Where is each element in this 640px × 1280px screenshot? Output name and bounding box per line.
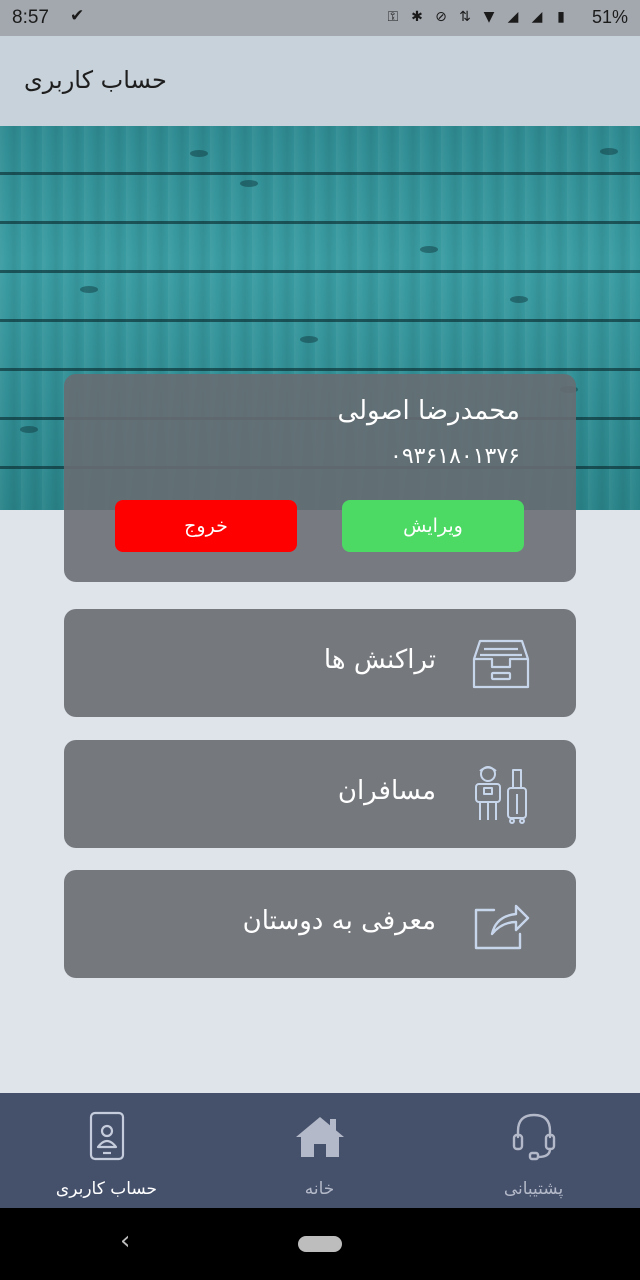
logout-button[interactable]: خروج bbox=[115, 500, 297, 552]
signal-icon: ◢ bbox=[507, 9, 519, 25]
nav-item-account[interactable]: حساب کاربری bbox=[0, 1093, 213, 1208]
share-icon bbox=[474, 904, 530, 950]
wifi-icon: ▼ bbox=[483, 9, 495, 25]
menu-item-transactions[interactable]: تراکنش ها bbox=[64, 609, 576, 717]
nav-item-home[interactable]: خانه bbox=[213, 1093, 426, 1208]
system-navigation-bar: ‹ bbox=[0, 1208, 640, 1280]
nav-item-label: خانه bbox=[304, 1179, 335, 1199]
bluetooth-icon: ✱ bbox=[411, 9, 423, 25]
nav-item-label: حساب کاربری bbox=[55, 1179, 158, 1199]
check-notification-icon: ✔ bbox=[70, 6, 85, 26]
battery-icon: ▮ bbox=[557, 9, 565, 25]
bottom-navigation: حساب کاربری خانه پشتیبانی bbox=[0, 1093, 640, 1208]
app-bar: حساب کاربری bbox=[0, 36, 640, 126]
key-icon: ⚿ bbox=[387, 9, 399, 25]
menu-item-travelers[interactable]: مسافران bbox=[64, 740, 576, 848]
menu-item-invite-friends[interactable]: معرفی به دوستان bbox=[64, 870, 576, 978]
status-time: 8:57 bbox=[12, 7, 49, 28]
menu-item-label: مسافران bbox=[337, 776, 436, 806]
menu-item-label: معرفی به دوستان bbox=[242, 906, 436, 936]
mute-icon: ⊘ bbox=[435, 9, 447, 25]
home-pill-icon[interactable] bbox=[298, 1236, 342, 1252]
chevron-left-icon[interactable]: ‹ bbox=[120, 1226, 130, 1256]
user-phone: ۰۹۳۶۱۸۰۱۳۷۶ bbox=[390, 444, 520, 469]
status-icons: ⚿ ✱ ⊘ ⇅ ▼ ◢ ◢ ▮ bbox=[384, 8, 570, 26]
data-arrows-icon: ⇅ bbox=[459, 9, 471, 25]
home-icon bbox=[295, 1117, 344, 1157]
edit-button[interactable]: ویرایش bbox=[342, 500, 524, 552]
status-bar: 8:57 ✔ ⚿ ✱ ⊘ ⇅ ▼ ◢ ◢ ▮ 51% bbox=[0, 0, 640, 36]
user-name: محمدرضا اصولی bbox=[337, 396, 520, 426]
menu-item-label: تراکنش ها bbox=[323, 645, 436, 675]
id-card-icon bbox=[89, 1111, 124, 1161]
headset-icon bbox=[512, 1113, 555, 1161]
nav-item-support[interactable]: پشتیبانی bbox=[427, 1093, 640, 1208]
travelers-luggage-icon bbox=[475, 766, 527, 824]
signal-icon-2: ◢ bbox=[531, 9, 543, 25]
page-title: حساب کاربری bbox=[24, 66, 167, 94]
profile-card: محمدرضا اصولی ۰۹۳۶۱۸۰۱۳۷۶ ویرایش خروج bbox=[64, 374, 576, 582]
nav-item-label: پشتیبانی bbox=[503, 1179, 564, 1199]
battery-percent: 51% bbox=[591, 7, 628, 27]
inbox-tray-icon bbox=[472, 639, 530, 689]
